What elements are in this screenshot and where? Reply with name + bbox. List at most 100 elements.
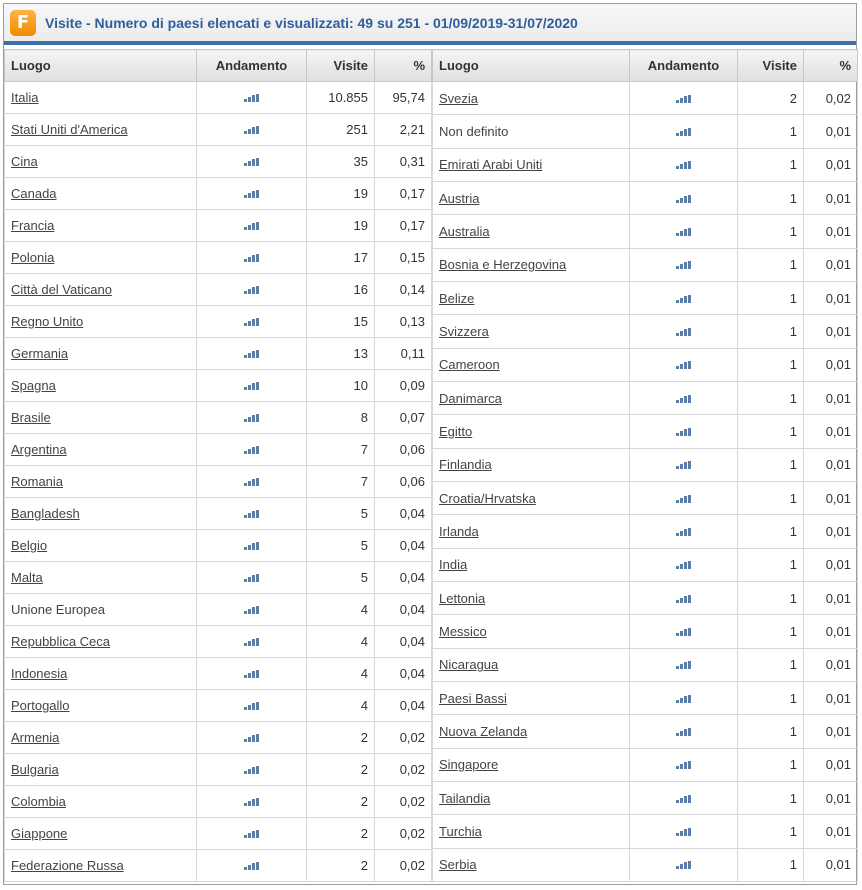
country-link[interactable]: Stati Uniti d'America	[11, 122, 128, 137]
country-link[interactable]: Portogallo	[11, 698, 70, 713]
country-link[interactable]: Città del Vaticano	[11, 282, 112, 297]
country-link[interactable]: Svezia	[439, 91, 478, 106]
bar-trend-icon[interactable]	[244, 734, 259, 742]
bar-trend-icon[interactable]	[676, 261, 691, 270]
bar-trend-icon[interactable]	[244, 446, 259, 454]
country-link[interactable]: Singapore	[439, 757, 498, 772]
bar-trend-icon[interactable]	[676, 861, 691, 870]
bar-trend-icon[interactable]	[676, 627, 691, 636]
bar-trend-icon[interactable]	[244, 702, 259, 710]
country-link[interactable]: Belgio	[11, 538, 47, 553]
bar-trend-icon[interactable]	[244, 510, 259, 518]
bar-trend-icon[interactable]	[244, 862, 259, 870]
bar-trend-icon[interactable]	[244, 414, 259, 422]
country-link[interactable]: Emirati Arabi Uniti	[439, 157, 542, 172]
country-link[interactable]: Bosnia e Herzegovina	[439, 257, 566, 272]
country-link[interactable]: Federazione Russa	[11, 858, 124, 873]
bar-trend-icon[interactable]	[244, 318, 259, 326]
country-link[interactable]: Paesi Bassi	[439, 691, 507, 706]
bar-trend-icon[interactable]	[244, 350, 259, 358]
country-link[interactable]: Austria	[439, 191, 479, 206]
country-link[interactable]: Francia	[11, 218, 54, 233]
country-link[interactable]: Giappone	[11, 826, 67, 841]
bar-trend-icon[interactable]	[676, 494, 691, 503]
bar-trend-icon[interactable]	[244, 574, 259, 582]
country-link[interactable]: Romania	[11, 474, 63, 489]
bar-trend-icon[interactable]	[676, 661, 691, 670]
country-link[interactable]: Bulgaria	[11, 762, 59, 777]
bar-trend-icon[interactable]	[676, 394, 691, 403]
country-link[interactable]: Brasile	[11, 410, 51, 425]
bar-trend-icon[interactable]	[676, 94, 691, 103]
bar-trend-icon[interactable]	[676, 427, 691, 436]
country-link[interactable]: Finlandia	[439, 457, 492, 472]
country-link[interactable]: Australia	[439, 224, 490, 239]
country-link[interactable]: Messico	[439, 624, 487, 639]
bar-trend-icon[interactable]	[244, 286, 259, 294]
country-link[interactable]: Regno Unito	[11, 314, 83, 329]
country-link[interactable]: Italia	[11, 90, 38, 105]
bar-trend-icon[interactable]	[244, 126, 259, 134]
country-link[interactable]: Serbia	[439, 857, 477, 872]
country-link[interactable]: Bangladesh	[11, 506, 80, 521]
bar-trend-icon[interactable]	[676, 827, 691, 836]
bar-trend-icon[interactable]	[244, 478, 259, 486]
country-link[interactable]: Egitto	[439, 424, 472, 439]
country-link[interactable]: Croatia/Hrvatska	[439, 491, 536, 506]
country-link[interactable]: Polonia	[11, 250, 54, 265]
bar-trend-icon[interactable]	[244, 606, 259, 614]
bar-trend-icon[interactable]	[244, 158, 259, 166]
bar-trend-icon[interactable]	[244, 542, 259, 550]
country-link[interactable]: Colombia	[11, 794, 66, 809]
bar-trend-icon[interactable]	[676, 227, 691, 236]
bar-trend-icon[interactable]	[244, 190, 259, 198]
country-link[interactable]: Armenia	[11, 730, 59, 745]
percent-cell: 2,21	[374, 113, 432, 146]
country-link[interactable]: Irlanda	[439, 524, 479, 539]
country-link[interactable]: Lettonia	[439, 591, 485, 606]
bar-trend-icon[interactable]	[676, 127, 691, 136]
bar-trend-icon[interactable]	[676, 161, 691, 170]
table-row: Colombia 2 0,02	[4, 785, 432, 818]
bar-trend-icon[interactable]	[676, 761, 691, 770]
bar-trend-icon[interactable]	[676, 327, 691, 336]
bar-trend-icon[interactable]	[676, 727, 691, 736]
bar-trend-icon[interactable]	[244, 830, 259, 838]
country-link[interactable]: Turchia	[439, 824, 482, 839]
bar-trend-icon[interactable]	[244, 670, 259, 678]
bar-trend-icon[interactable]	[244, 94, 259, 102]
bar-trend-icon[interactable]	[244, 638, 259, 646]
bar-trend-icon[interactable]	[676, 361, 691, 370]
bar-trend-icon[interactable]	[676, 594, 691, 603]
bar-trend-icon[interactable]	[244, 222, 259, 230]
country-link[interactable]: Argentina	[11, 442, 67, 457]
country-link[interactable]: Cina	[11, 154, 38, 169]
bar-trend-icon[interactable]	[676, 294, 691, 303]
country-link[interactable]: Svizzera	[439, 324, 489, 339]
country-link[interactable]: India	[439, 557, 467, 572]
table-row: Bangladesh 5 0,04	[4, 497, 432, 530]
bar-trend-icon[interactable]	[676, 194, 691, 203]
country-link[interactable]: Spagna	[11, 378, 56, 393]
country-link[interactable]: Belize	[439, 291, 474, 306]
bar-trend-icon[interactable]	[676, 527, 691, 536]
trend-cell	[196, 465, 307, 498]
country-link[interactable]: Canada	[11, 186, 57, 201]
bar-trend-icon[interactable]	[244, 254, 259, 262]
country-link[interactable]: Tailandia	[439, 791, 490, 806]
bar-trend-icon[interactable]	[244, 382, 259, 390]
country-link[interactable]: Danimarca	[439, 391, 502, 406]
bar-trend-icon[interactable]	[676, 694, 691, 703]
country-link[interactable]: Nicaragua	[439, 657, 498, 672]
country-link[interactable]: Repubblica Ceca	[11, 634, 110, 649]
country-link[interactable]: Malta	[11, 570, 43, 585]
bar-trend-icon[interactable]	[676, 794, 691, 803]
bar-trend-icon[interactable]	[676, 461, 691, 470]
country-link[interactable]: Nuova Zelanda	[439, 724, 527, 739]
bar-trend-icon[interactable]	[676, 561, 691, 570]
bar-trend-icon[interactable]	[244, 766, 259, 774]
bar-trend-icon[interactable]	[244, 798, 259, 806]
country-link[interactable]: Germania	[11, 346, 68, 361]
country-link[interactable]: Cameroon	[439, 357, 500, 372]
country-link[interactable]: Indonesia	[11, 666, 67, 681]
